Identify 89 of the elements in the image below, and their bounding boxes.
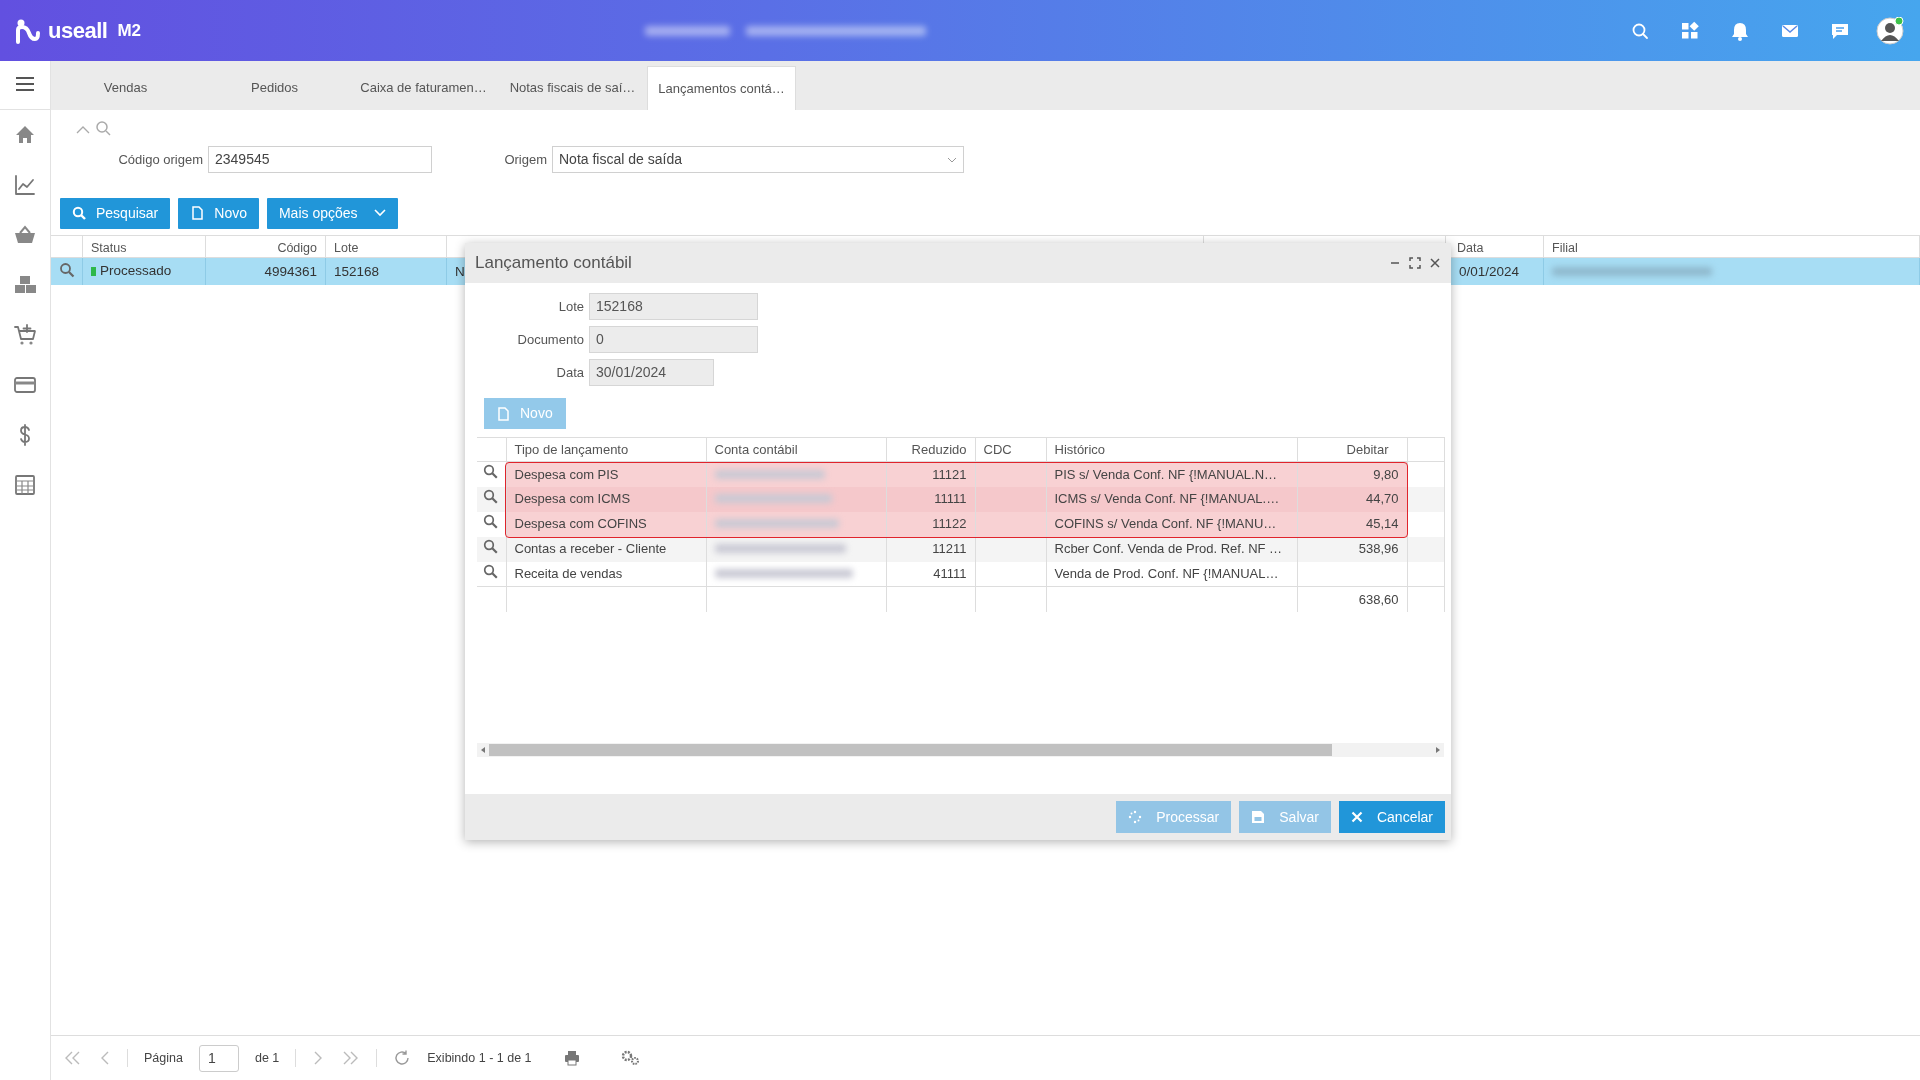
table-cell: 45,14 (1297, 511, 1407, 537)
column-header: Histórico (1046, 437, 1297, 462)
table-row[interactable]: Despesa com COFINS 11122 COFINS s/ Venda Conf. NF {!MANU… 45,14 (477, 511, 1444, 537)
status-text: Processado (100, 261, 172, 280)
search-icon[interactable] (483, 538, 498, 554)
dialog-title: Lançamento contábil (475, 252, 632, 275)
input-field[interactable]: 2349545 (208, 146, 432, 174)
table-cell: Despesa com COFINS (506, 511, 706, 537)
page-count: de 1 (254, 1049, 280, 1067)
table-row[interactable]: Despesa com ICMS 11111 ICMS s/ Venda Conf. NF {!MANUAL.… 44,70 (477, 486, 1444, 512)
spinner-icon (1128, 810, 1143, 824)
page-info: Exibindo 1 - 1 de 1 (427, 1049, 532, 1067)
field-label: Data (555, 363, 585, 382)
search-icon[interactable] (483, 563, 498, 579)
bell-icon[interactable] (1730, 20, 1750, 41)
search-icon[interactable] (483, 488, 498, 504)
chevron-down-icon (947, 156, 957, 163)
close-icon[interactable] (1429, 257, 1441, 269)
field-label: Origem (503, 150, 548, 169)
page-label: Página (144, 1049, 183, 1067)
table-cell: 538,96 (1297, 536, 1407, 562)
table-cell: 11111 (886, 486, 975, 512)
column-header: Status (83, 234, 206, 258)
tab[interactable]: Caixa de faturamen… (349, 66, 498, 110)
input-field[interactable]: 0 (589, 326, 758, 353)
table-row[interactable]: Contas a receber - Cliente 11211 Rcber Conf. Venda de Prod. Ref. NF … 538,96 (477, 536, 1444, 562)
table-cell: ICMS s/ Venda Conf. NF {!MANUAL.… (1046, 486, 1297, 512)
field-label: Documento (516, 330, 585, 349)
table-cell: PIS s/ Venda Conf. NF {!MANUAL.N… (1046, 461, 1297, 487)
column-header: Conta contábil (706, 437, 886, 462)
field-label: Código origem (117, 150, 204, 169)
close-icon (1350, 811, 1363, 823)
table-cell: Venda de Prod. Conf. NF {!MANUAL… (1046, 561, 1297, 587)
gears-icon[interactable] (619, 1050, 640, 1066)
table-cell: Despesa com ICMS (506, 486, 706, 512)
chevron-down-icon (373, 209, 386, 218)
header-cell (477, 437, 506, 462)
column-header: Código (206, 234, 326, 258)
document-icon (496, 406, 510, 421)
calculator-icon[interactable] (13, 473, 37, 497)
total-cell: 638,60 (1297, 586, 1407, 612)
column-header: CDC (975, 437, 1046, 462)
input-field[interactable]: 30/01/2024 (589, 359, 714, 386)
logo-text: useall (48, 17, 108, 45)
column-header: Tipo de lançamento (506, 437, 706, 462)
table-cell: Despesa com PIS (506, 461, 706, 487)
column-header: Debitar (1297, 437, 1407, 462)
grid-icon[interactable] (1680, 20, 1700, 41)
table-cell: 152168 (326, 257, 447, 285)
search-icon (72, 206, 86, 221)
search-icon[interactable] (483, 513, 498, 529)
origin-select[interactable]: Nota fiscal de saída (552, 146, 964, 174)
table-cell: COFINS s/ Venda Conf. NF {!MANU… (1046, 511, 1297, 537)
tab[interactable]: Vendas (51, 66, 200, 110)
table-row[interactable]: Despesa com PIS 11121 PIS s/ Venda Conf. NF {!MANUAL.N… 9,80 (477, 461, 1444, 487)
field-label: Lote (557, 297, 585, 316)
table-cell: 11211 (886, 536, 975, 562)
column-header: Reduzido (886, 437, 975, 462)
table-cell: 41111 (886, 561, 975, 587)
maximize-icon[interactable] (1409, 257, 1421, 269)
scrollbar[interactable] (477, 743, 1444, 757)
table-cell: Receita de vendas (506, 561, 706, 587)
table-cell: 11122 (886, 511, 975, 537)
tab[interactable]: Notas fiscais de saí… (498, 66, 647, 110)
tab[interactable]: Pedidos (200, 66, 349, 110)
floppy-icon (1251, 810, 1266, 824)
logo-icon (14, 17, 40, 44)
tab[interactable]: Lançamentos contá… (647, 66, 796, 110)
print-icon[interactable] (563, 1050, 580, 1066)
input-field[interactable]: 152168 (589, 293, 758, 320)
table-cell: Contas a receber - Cliente (506, 536, 706, 562)
column-header: Lote (326, 234, 447, 258)
document-icon (190, 206, 205, 221)
search-icon[interactable] (59, 261, 75, 278)
cart-icon[interactable] (13, 323, 37, 347)
table-cell: Rcber Conf. Venda de Prod. Ref. NF … (1046, 536, 1297, 562)
table-row[interactable]: Receita de vendas 41111 Venda de Prod. Conf. NF {!MANUAL… (477, 561, 1444, 587)
search-icon[interactable] (483, 464, 498, 479)
refresh-icon[interactable] (393, 1049, 412, 1067)
logo-suffix: M2 (117, 19, 141, 42)
select-value: Nota fiscal de saída (559, 150, 682, 170)
avatar-icon[interactable] (1876, 16, 1904, 45)
table-cell: 9,80 (1297, 461, 1407, 487)
table-cell: 44,70 (1297, 486, 1407, 512)
table-cell: 4994361 (206, 257, 326, 285)
chart-icon[interactable] (13, 173, 37, 197)
column-header: Filial (1544, 234, 1920, 258)
page-input[interactable]: 1 (198, 1044, 239, 1072)
table-cell: 11121 (886, 461, 975, 487)
